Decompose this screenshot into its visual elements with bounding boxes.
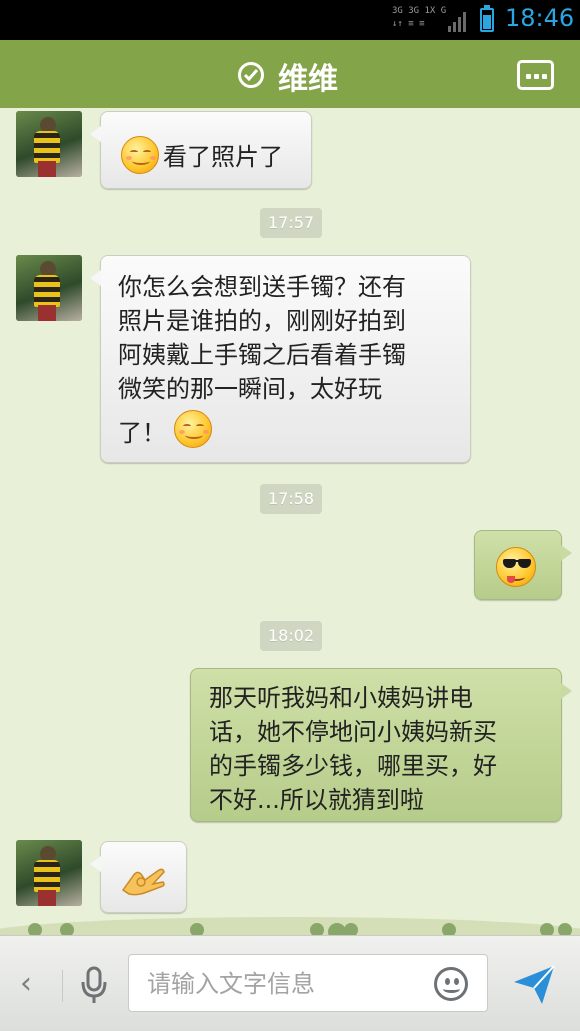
message-text-line: 话，她不停地问小姨妈新买 [209,718,497,746]
smile-emoji-icon [174,410,212,448]
microphone-icon[interactable] [80,966,108,1004]
chevron-left-icon[interactable]: ‹ [20,966,32,1001]
input-bar: ‹ [0,935,580,1031]
outgoing-message[interactable]: 那天听我妈和小姨妈讲电 话，她不停地问小姨妈新买 的手镯多少钱，哪里买，好 不好… [190,668,572,822]
divider [62,970,63,1002]
message-text-line: 你怎么会想到送手镯？还有 [118,273,406,301]
message-text-line: 微笑的那一瞬间，太好玩 [118,375,382,403]
send-icon[interactable] [512,962,556,1006]
cool-sunglasses-emoji-icon [496,547,536,587]
incoming-message[interactable]: 看了照片了 [90,111,312,189]
message-text-line: 照片是谁拍的，刚刚好拍到 [118,307,406,335]
message-text-line: 的手镯多少钱，哪里买，好 [209,752,497,780]
contact-avatar[interactable] [16,255,82,321]
status-bar: 3G 3G 1X G ↓↑ ≡ ≡ 18:46 [0,0,580,40]
clock: 18:46 [505,4,575,32]
network-type-label: 3G 3G 1X G [392,6,447,16]
message-input[interactable] [147,969,417,999]
signal-bars-icon [448,10,470,32]
check-circle-icon [238,62,264,88]
contact-avatar[interactable] [16,111,82,177]
more-icon[interactable] [517,60,554,90]
outgoing-message[interactable] [474,530,572,600]
timestamp: 17:57 [260,208,323,238]
decorative-scenery [0,885,580,935]
message-text-line: 那天听我妈和小姨妈讲电 [209,684,473,712]
smiley-icon[interactable] [434,967,468,1001]
chat-header: 维维 [0,40,580,114]
message-list[interactable]: 看了照片了 17:57 你怎么会想到送手镯？还有 照片是谁拍的，刚刚好拍到 阿姨… [0,108,580,935]
message-text-line: 了！ [118,419,166,447]
message-text: 看了照片了 [163,143,283,171]
timestamp: 17:58 [260,484,323,514]
network-activity-label: ↓↑ ≡ ≡ [392,19,425,29]
message-text-line: 阿姨戴上手镯之后看着手镯 [118,341,406,369]
message-text-line: 不好...所以就猜到啦 [209,786,424,814]
contact-name: 维维 [278,62,338,97]
incoming-message[interactable]: 你怎么会想到送手镯？还有 照片是谁拍的，刚刚好拍到 阿姨戴上手镯之后看着手镯 微… [90,255,471,463]
timestamp: 18:02 [260,621,323,651]
battery-icon [480,5,494,32]
smile-emoji-icon [121,136,159,174]
message-input-field[interactable] [128,954,488,1012]
